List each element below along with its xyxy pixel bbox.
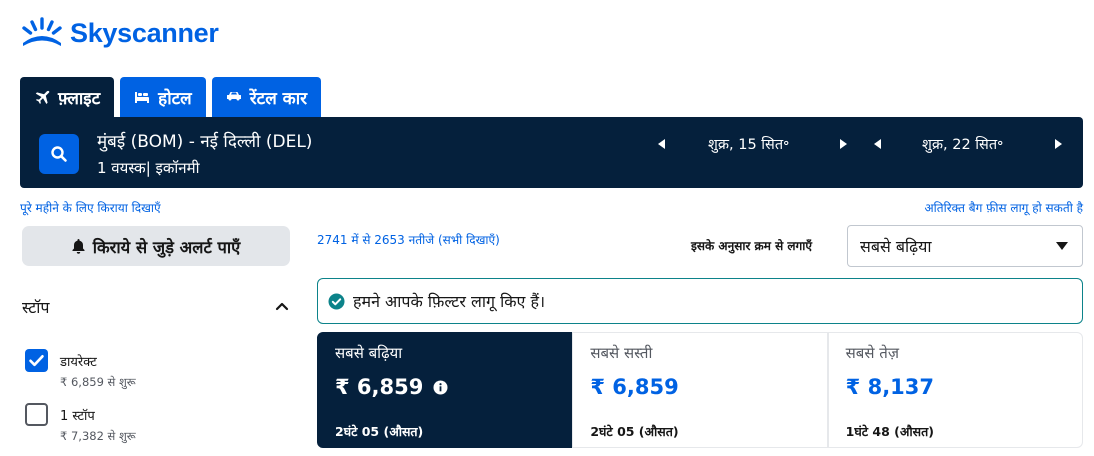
sort-card-best[interactable]: सबसे बढ़िया ₹ 6,859 2घंटे 05 (औसत) — [317, 332, 573, 448]
edit-search-button[interactable] — [39, 134, 79, 174]
return-next-day-button[interactable] — [1051, 137, 1065, 151]
stop-direct-checkbox[interactable] — [25, 349, 48, 372]
caret-right-icon — [1055, 139, 1062, 149]
sort-card-duration: 2घंटे 05 (औसत) — [590, 424, 679, 439]
sort-card-label: सबसे बढ़िया — [335, 344, 403, 362]
sort-by-label: इसके अनुसार क्रम से लगाएँ — [691, 239, 813, 253]
tab-flights[interactable]: फ़्लाइट — [20, 77, 115, 117]
results-count-link[interactable]: 2741 में से 2653 नतीजे (सभी दिखाएँ) — [317, 231, 500, 248]
chevron-down-icon — [1056, 242, 1068, 250]
route-text[interactable]: मुंबई (BOM) - नई दिल्ली (DEL) — [97, 129, 312, 152]
check-circle-icon — [328, 293, 345, 309]
sort-card-fastest[interactable]: सबसे तेज़ ₹ 8,137 1घंटे 48 (औसत) — [827, 332, 1083, 448]
stop-one-label[interactable]: 1 स्टॉप — [60, 406, 95, 424]
sort-card-label: सबसे तेज़ — [845, 344, 899, 362]
sort-card-price: ₹ 6,859 — [335, 375, 424, 399]
brand-name: Skyscanner — [70, 17, 219, 48]
return-date[interactable]: शुक्र, 22 सित॰ — [922, 134, 1003, 154]
tab-car-hire[interactable]: रेंटल कार — [211, 77, 322, 117]
stop-direct-label[interactable]: डायरेक्ट — [60, 352, 97, 370]
sunrise-logo-icon — [22, 17, 62, 46]
tab-hotels-label: होटल — [158, 88, 192, 109]
caret-left-icon — [874, 139, 881, 149]
plane-icon — [35, 90, 50, 104]
depart-date[interactable]: शुक्र, 15 सित॰ — [708, 134, 789, 154]
return-prev-day-button[interactable] — [871, 137, 885, 151]
stop-one-price: ₹ 7,382 से शुरू — [60, 429, 136, 443]
checkmark-icon — [29, 355, 44, 367]
search-summary-bar: मुंबई (BOM) - नई दिल्ली (DEL) 1 वयस्क| इ… — [20, 117, 1083, 188]
show-month-fares-link[interactable]: पूरे महीने के लिए किराया दिखाएँ — [20, 199, 161, 216]
depart-prev-day-button[interactable] — [655, 137, 669, 151]
product-tabs: फ़्लाइट होटल रेंटल कार — [20, 77, 322, 117]
search-icon — [51, 146, 67, 162]
notice-text: हमने आपके फ़िल्टर लागू किए हैं। — [353, 292, 546, 311]
caret-right-icon — [840, 139, 847, 149]
sort-selected-value: सबसे बढ़िया — [860, 237, 932, 256]
sort-card-cheapest[interactable]: सबसे सस्ती ₹ 6,859 2घंटे 05 (औसत) — [572, 332, 828, 448]
skyscanner-logo[interactable]: Skyscanner — [20, 15, 219, 51]
sort-card-label: सबसे सस्ती — [590, 344, 653, 362]
sort-card-price-row: ₹ 6,859 — [335, 375, 571, 399]
sort-select[interactable]: सबसे बढ़िया — [847, 225, 1083, 267]
passengers-cabin-text[interactable]: 1 वयस्क| इकॉनमी — [97, 158, 199, 178]
sort-card-price: ₹ 8,137 — [845, 375, 935, 399]
tab-car-hire-label: रेंटल कार — [249, 88, 308, 109]
sort-card-duration: 2घंटे 05 (औसत) — [335, 424, 424, 439]
tab-hotels[interactable]: होटल — [120, 77, 206, 117]
bell-icon — [72, 238, 85, 254]
stop-one-checkbox[interactable] — [25, 403, 48, 426]
sort-card-price: ₹ 6,859 — [590, 375, 679, 399]
sort-card-duration: 1घंटे 48 (औसत) — [845, 424, 934, 439]
filters-applied-notice: हमने आपके फ़िल्टर लागू किए हैं। — [317, 278, 1083, 324]
baggage-fees-link[interactable]: अतिरिक्त बैग फ़ीस लागू हो सकती है — [925, 199, 1084, 216]
depart-next-day-button[interactable] — [836, 137, 850, 151]
price-alert-label: किराये से जुड़े अलर्ट पाएँ — [92, 237, 241, 257]
bed-icon — [135, 92, 150, 103]
tab-flights-label: फ़्लाइट — [58, 88, 101, 109]
chevron-up-icon[interactable] — [274, 299, 290, 313]
caret-left-icon — [658, 139, 665, 149]
stops-filter-heading: स्टॉप — [22, 298, 50, 317]
car-icon — [226, 92, 241, 101]
info-icon[interactable] — [433, 380, 448, 395]
price-alert-button[interactable]: किराये से जुड़े अलर्ट पाएँ — [22, 226, 290, 266]
stop-direct-price: ₹ 6,859 से शुरू — [60, 375, 136, 389]
sort-tabs: सबसे बढ़िया ₹ 6,859 2घंटे 05 (औसत) सबसे … — [317, 332, 1083, 448]
